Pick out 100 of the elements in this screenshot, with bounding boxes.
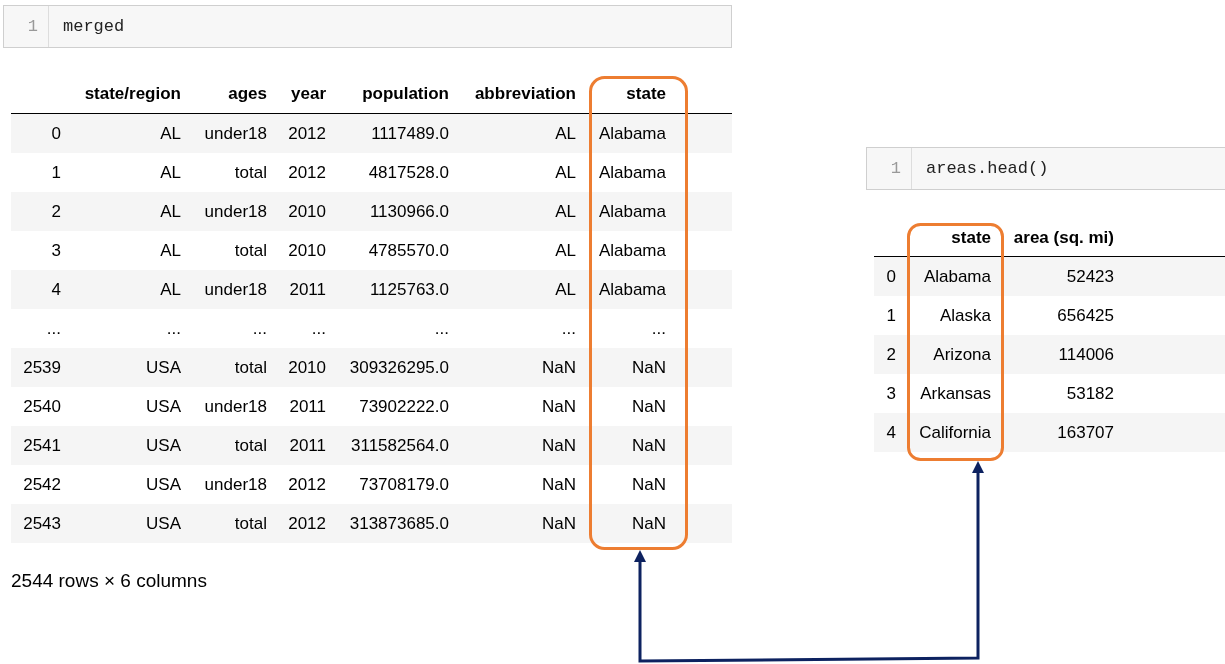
table-cell-text: 114006 bbox=[1057, 343, 1115, 366]
row-index: 2543 bbox=[22, 512, 62, 535]
column-header: area (sq. mi) bbox=[1012, 227, 1115, 250]
row-index: 0 bbox=[885, 265, 897, 288]
table-cell-text: ... bbox=[310, 317, 327, 340]
table-cell-text: USA bbox=[145, 473, 182, 496]
code-text: merged bbox=[62, 15, 125, 38]
table-cell-text: Arkansas bbox=[919, 382, 992, 405]
row-index: 3 bbox=[885, 382, 897, 405]
row-index: 4 bbox=[50, 278, 62, 301]
table-cell-text: 2010 bbox=[287, 239, 327, 262]
code-cell[interactable]: 1 areas.head() bbox=[866, 147, 1225, 190]
row-index: 1 bbox=[885, 304, 897, 327]
shape-note: 2544 rows × 6 columns bbox=[11, 569, 207, 593]
table-cell-text: NaN bbox=[541, 512, 577, 535]
table-cell-text: AL bbox=[554, 239, 577, 262]
table-cell-text: under18 bbox=[203, 122, 268, 145]
table-cell-text: Alabama bbox=[597, 278, 667, 301]
row-index: ... bbox=[45, 317, 62, 340]
table-cell-text: California bbox=[918, 421, 992, 444]
table-cell-text: 2012 bbox=[287, 473, 327, 496]
table-cell-text: 2012 bbox=[287, 122, 327, 145]
table-cell-text: NaN bbox=[631, 512, 667, 535]
column-header: state bbox=[950, 227, 992, 250]
table-cell-text: ... bbox=[165, 317, 182, 340]
table-cell-text: AL bbox=[159, 161, 182, 184]
table-cell-text: AL bbox=[159, 122, 182, 145]
table-cell-text: AL bbox=[159, 239, 182, 262]
table-cell-text: 2010 bbox=[287, 200, 327, 223]
table-cell-text: 2012 bbox=[287, 512, 327, 535]
table-cell-text: NaN bbox=[631, 473, 667, 496]
row-index: 2540 bbox=[22, 395, 62, 418]
table-cell-text: 4785570.0 bbox=[367, 239, 450, 262]
table-cell-text: NaN bbox=[631, 434, 667, 457]
column-header: state bbox=[625, 83, 667, 106]
table-cell-text: total bbox=[233, 356, 268, 379]
column-header: ages bbox=[227, 83, 268, 106]
column-header: year bbox=[290, 83, 327, 106]
row-index: 2539 bbox=[22, 356, 62, 379]
table-cell-text: under18 bbox=[203, 395, 268, 418]
row-index: 1 bbox=[50, 161, 62, 184]
table-cell-text: Alaska bbox=[938, 304, 992, 327]
table-cell-text: Alabama bbox=[597, 239, 667, 262]
table-cell-text: 4817528.0 bbox=[367, 161, 450, 184]
table-cell-text: NaN bbox=[631, 395, 667, 418]
table-cell-text: total bbox=[233, 434, 268, 457]
table-cell-text: USA bbox=[145, 395, 182, 418]
table-cell-text: 2010 bbox=[287, 356, 327, 379]
table-cell-text: 1125763.0 bbox=[368, 278, 450, 301]
table-cell-text: NaN bbox=[541, 473, 577, 496]
table-cell-text: total bbox=[233, 239, 268, 262]
row-index: 3 bbox=[50, 239, 62, 262]
table-cell-text: AL bbox=[159, 278, 182, 301]
table-cell-text: 311582564.0 bbox=[350, 434, 450, 457]
table-cell-text: NaN bbox=[541, 395, 577, 418]
row-index: 2542 bbox=[22, 473, 62, 496]
table-cell-text: 2011 bbox=[288, 278, 327, 301]
table-cell-text: USA bbox=[145, 512, 182, 535]
table-cell-text: NaN bbox=[541, 434, 577, 457]
table-cell-text: under18 bbox=[203, 473, 268, 496]
table-cell-text: AL bbox=[554, 278, 577, 301]
line-number: 1 bbox=[867, 148, 912, 189]
table-cell-text: ... bbox=[560, 317, 577, 340]
table-cell-text: Alabama bbox=[922, 265, 992, 288]
table-cell-text: Arizona bbox=[932, 343, 992, 366]
table-cell-text: under18 bbox=[203, 278, 268, 301]
row-index: 2 bbox=[50, 200, 62, 223]
table-cell-text: total bbox=[233, 512, 268, 535]
column-header: abbreviation bbox=[473, 83, 577, 106]
table-cell-text: USA bbox=[145, 434, 182, 457]
table-cell-text: Alabama bbox=[597, 122, 667, 145]
code-cell[interactable]: 1 merged bbox=[3, 5, 732, 48]
table-cell-text: 163707 bbox=[1056, 421, 1115, 444]
table-cell-text: AL bbox=[159, 200, 182, 223]
table-cell-text: 2012 bbox=[287, 161, 327, 184]
table-cell-text: total bbox=[233, 161, 268, 184]
table-cell-text: under18 bbox=[203, 200, 268, 223]
table-cell-text: 309326295.0 bbox=[348, 356, 450, 379]
table-cell-text: AL bbox=[554, 200, 577, 223]
table-cell-text: NaN bbox=[541, 356, 577, 379]
table-cell-text: Alabama bbox=[597, 200, 667, 223]
table-cell-text: 1130966.0 bbox=[368, 200, 450, 223]
column-header: state/region bbox=[83, 83, 182, 106]
row-index: 4 bbox=[885, 421, 897, 444]
table-cell-text: NaN bbox=[631, 356, 667, 379]
table-cell-text: ... bbox=[650, 317, 667, 340]
table-cell-text: Alabama bbox=[597, 161, 667, 184]
table-cell-text: 2011 bbox=[288, 395, 327, 418]
table-cell-text: 1117489.0 bbox=[370, 122, 450, 145]
table-cell-text: 2011 bbox=[288, 434, 327, 457]
row-index: 2541 bbox=[22, 434, 62, 457]
table-cell-text: ... bbox=[251, 317, 268, 340]
column-header: population bbox=[361, 83, 450, 106]
table-cell-text: USA bbox=[145, 356, 182, 379]
table-cell-text: 656425 bbox=[1056, 304, 1115, 327]
table-cell-text: 53182 bbox=[1065, 382, 1115, 405]
table-cell-text: ... bbox=[433, 317, 450, 340]
code-text: areas.head() bbox=[925, 157, 1049, 180]
table-cell-text: 73708179.0 bbox=[358, 473, 450, 496]
table-cell-text: AL bbox=[554, 161, 577, 184]
